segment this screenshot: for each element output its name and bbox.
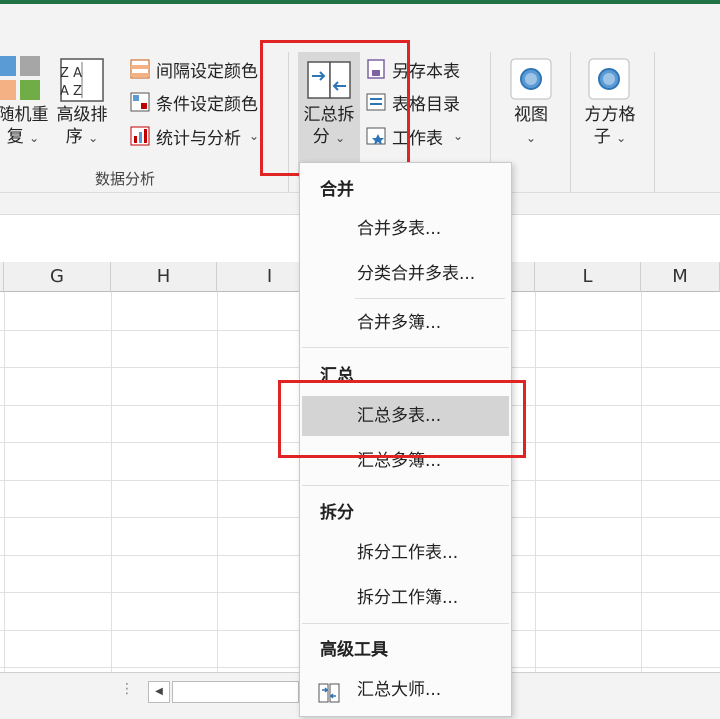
sort-az-icon: Z A A Z: [60, 58, 104, 102]
menu-section-split: 拆分: [320, 503, 354, 523]
stats-analysis-button[interactable]: 统计与分析 ⌄: [130, 123, 259, 149]
advanced-sort-button[interactable]: 高级排 序 ⌄: [52, 104, 112, 149]
menu-separator: [302, 485, 509, 486]
menu-item-summary-master[interactable]: 汇总大师...: [302, 670, 509, 710]
menu-item-merge-multi-book[interactable]: 合并多簿...: [302, 303, 509, 343]
menu-item-split-book[interactable]: 拆分工作簿...: [302, 578, 509, 618]
chevron-down-icon: ⌄: [453, 129, 464, 143]
group-label-data-analysis: 数据分析: [95, 170, 156, 188]
random-repeat-button[interactable]: 随机重 复 ⌄: [0, 104, 50, 149]
column-gridline: [217, 292, 218, 672]
menu-section-merge: 合并: [320, 180, 354, 200]
column-header-g[interactable]: G: [4, 262, 111, 292]
column-gridline: [641, 292, 642, 672]
sort-glyph-bottom: A Z: [60, 84, 82, 99]
view-icon: [510, 58, 552, 100]
column-header-l[interactable]: L: [535, 262, 641, 292]
chevron-down-icon: ⌄: [88, 131, 99, 145]
chevron-down-icon: ⌄: [249, 129, 260, 143]
summary-master-icon: [318, 679, 340, 703]
fangfang-grid-button[interactable]: 方方格 子 ⌄: [578, 104, 642, 149]
random-repeat-icon: [0, 56, 42, 102]
column-header-m[interactable]: M: [641, 262, 720, 292]
fangfang-grid-icon: [588, 58, 630, 100]
annotation-box-summary-multi-table: [278, 380, 526, 458]
column-gridline: [535, 292, 536, 672]
group-divider: [654, 52, 655, 192]
sort-glyph-top: Z A: [60, 66, 82, 81]
view-button[interactable]: 视图 ⌄: [500, 104, 562, 149]
condition-color-icon: [130, 92, 150, 112]
condition-color-button[interactable]: 条件设定颜色: [130, 89, 258, 115]
menu-item-merge-multi-table[interactable]: 合并多表...: [302, 209, 509, 249]
column-header-h[interactable]: H: [111, 262, 217, 292]
annotation-box-merge-split: [260, 40, 410, 176]
chevron-down-icon: ⌄: [525, 131, 537, 145]
group-divider: [570, 52, 571, 192]
menu-item-classify-merge[interactable]: 分类合并多表...: [302, 254, 509, 294]
menu-item-split-sheet[interactable]: 拆分工作表...: [302, 533, 509, 573]
stats-analysis-icon: [130, 126, 150, 146]
scroll-left-button[interactable]: ◀: [148, 681, 170, 703]
interval-color-button[interactable]: 间隔设定颜色: [130, 56, 258, 82]
chevron-down-icon: ⌄: [616, 131, 627, 145]
interval-color-icon: [130, 59, 150, 79]
horizontal-scrollbar[interactable]: [172, 681, 299, 703]
tab-splitter-handle[interactable]: ⋮: [120, 681, 134, 697]
menu-separator: [302, 347, 509, 348]
menu-separator: [355, 298, 505, 299]
chevron-down-icon: ⌄: [29, 131, 40, 145]
column-gridline: [4, 292, 5, 672]
menu-section-advanced: 高级工具: [320, 640, 388, 660]
menu-separator: [302, 623, 509, 624]
column-gridline: [111, 292, 112, 672]
